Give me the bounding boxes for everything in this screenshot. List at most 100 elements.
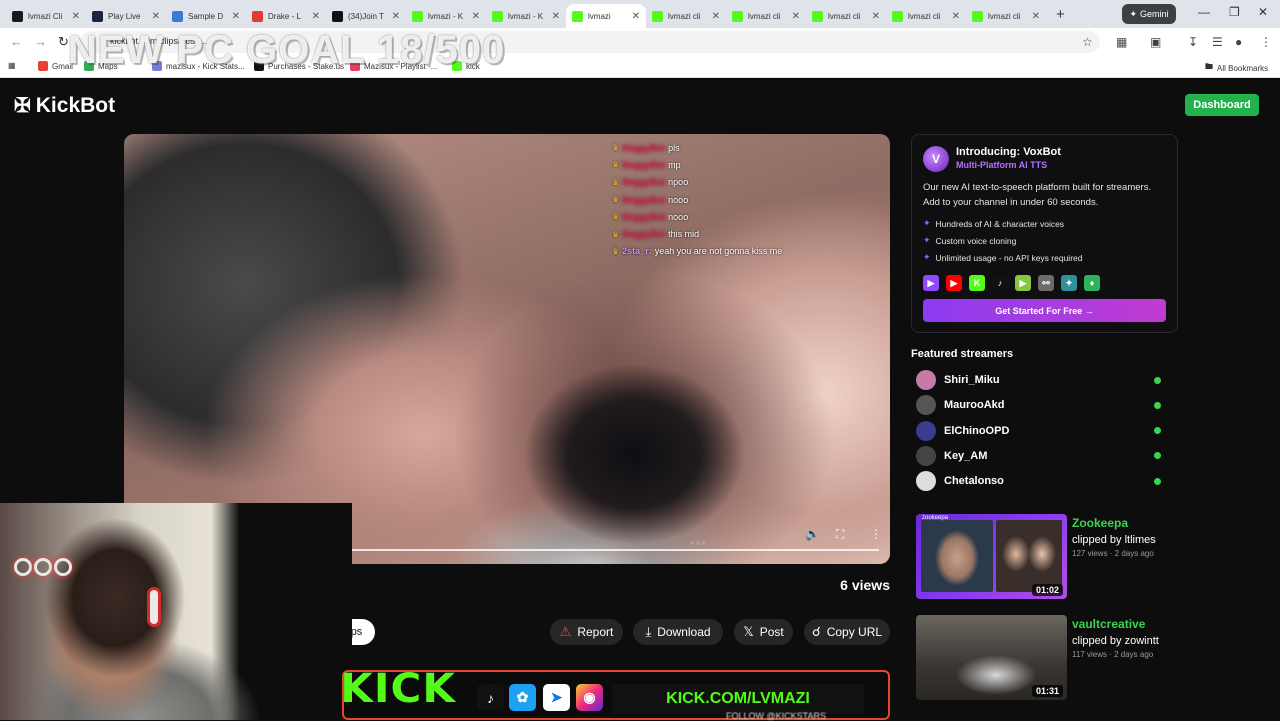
clip-thumbnail-zookeepa[interactable]: zookeepa 01:02: [916, 514, 1067, 599]
close-window-icon[interactable]: ✕: [1258, 5, 1268, 19]
fullscreen-icon[interactable]: ⛶: [836, 527, 844, 542]
browser-tab[interactable]: lvmazi - K ✕: [486, 4, 566, 28]
back-icon[interactable]: ←: [10, 34, 23, 49]
chat-message: ♛ NoggyBot nooo: [612, 191, 882, 208]
copy-url-button[interactable]: ☌ Copy URL: [804, 619, 890, 645]
more-options-icon[interactable]: ⋮: [870, 527, 882, 541]
browser-tab[interactable]: lvmazi cli ✕: [806, 4, 886, 28]
chat-message: ♛ NoggyBot pls: [612, 139, 882, 156]
bookmark-favicon-icon: [38, 61, 48, 71]
chat-text: mp: [668, 159, 681, 170]
puzzle-icon: ♦: [1084, 275, 1100, 291]
chat-username: NoggyBot: [622, 177, 666, 188]
tab-close-icon[interactable]: ✕: [472, 11, 480, 22]
download-icon[interactable]: ↧: [1188, 35, 1198, 49]
kick-url-banner: KICK.COM/LVMAZI: [612, 684, 864, 714]
report-button[interactable]: ⚠ Report: [550, 619, 623, 645]
chat-username: NoggyBot: [622, 229, 666, 240]
streamer-name: Shiri_Miku: [944, 374, 1000, 386]
clip-duration: 01:02: [1031, 584, 1063, 596]
tab-favicon-icon: [92, 10, 103, 22]
tab-favicon-icon: [652, 10, 663, 22]
tab-label: Play Live: [108, 11, 141, 21]
browser-tab[interactable]: lvmazi cli ✕: [886, 4, 966, 28]
profile-icon[interactable]: ●: [1235, 35, 1242, 49]
all-bookmarks[interactable]: 🖿 All Bookmarks: [1205, 61, 1268, 75]
extensions-icon[interactable]: ▦: [1116, 35, 1127, 49]
featured-streamer-row[interactable]: MaurooAkd: [916, 394, 1166, 416]
warning-icon: ⚠: [559, 624, 572, 639]
tab-search-icon[interactable]: ▣: [1150, 35, 1161, 49]
get-started-button[interactable]: Get Started For Free →: [923, 299, 1166, 322]
live-indicator-icon: [1154, 401, 1161, 409]
tab-close-icon[interactable]: ✕: [552, 11, 560, 22]
kickbot-logo[interactable]: ✠ KickBot: [14, 93, 115, 118]
featured-streamer-row[interactable]: Shiri_Miku: [916, 369, 1166, 391]
voxbot-bullet: ✦ Unlimited usage - no API keys required: [923, 252, 1083, 263]
tiktok-icon: ♪: [477, 684, 504, 711]
tab-close-icon[interactable]: ✕: [872, 11, 880, 22]
tab-close-icon[interactable]: ✕: [632, 11, 640, 22]
post-button[interactable]: 𝕏 Post: [734, 619, 793, 645]
link-icon: ⚯: [1038, 275, 1054, 291]
twitter-icon: ✿: [509, 684, 536, 711]
browser-tab[interactable]: lvmazi cli ✕: [646, 4, 726, 28]
forward-icon[interactable]: →: [34, 34, 47, 49]
browser-tab[interactable]: Sample D ✕: [166, 4, 246, 28]
kick-icon: K: [969, 275, 985, 291]
tab-close-icon[interactable]: ✕: [712, 11, 720, 22]
video-progress-bar[interactable]: [352, 549, 879, 551]
featured-streamer-row[interactable]: Key_AM: [916, 445, 1166, 467]
browser-tab[interactable]: lvmazi cli ✕: [966, 4, 1046, 28]
gemini-button[interactable]: ✦ Gemini: [1122, 4, 1176, 24]
instagram-icon: ◉: [576, 684, 603, 711]
browser-tab[interactable]: lvmazi Cli ✕: [6, 4, 86, 28]
tab-label: lvmazi cli: [828, 11, 861, 21]
live-indicator-icon: [1154, 452, 1161, 460]
restore-icon[interactable]: ❐: [1229, 5, 1240, 19]
tab-close-icon[interactable]: ✕: [312, 11, 320, 22]
tab-label: lvmazi Cli: [28, 11, 63, 21]
streamer-name: MaurooAkd: [944, 399, 1005, 412]
browser-tab[interactable]: (34)Join T ✕: [326, 4, 406, 28]
clip-thumbnail-vaultcreative[interactable]: 01:31: [916, 615, 1067, 700]
tab-close-icon[interactable]: ✕: [152, 11, 160, 22]
kick-banner-text: KICK: [340, 666, 456, 712]
tab-close-icon[interactable]: ✕: [72, 11, 80, 22]
new-tab-button[interactable]: +: [1056, 6, 1065, 23]
media-control-icon[interactable]: ☰: [1212, 35, 1223, 49]
featured-streamer-row[interactable]: Chetalonso: [916, 470, 1166, 492]
tab-close-icon[interactable]: ✕: [1032, 11, 1040, 22]
tab-close-icon[interactable]: ✕: [392, 11, 400, 22]
tab-close-icon[interactable]: ✕: [952, 11, 960, 22]
download-button[interactable]: ⤓ Download: [633, 619, 723, 645]
chat-message: ♛ NoggyBot mp: [612, 156, 882, 173]
menu-icon[interactable]: ⋮: [1260, 35, 1272, 49]
tab-favicon-icon: [892, 10, 903, 22]
tab-label: lvmazi cli: [988, 11, 1021, 21]
minimize-icon[interactable]: —: [1198, 5, 1210, 19]
clip-channel-name[interactable]: vaultcreative: [1072, 617, 1145, 631]
tab-favicon-icon: [12, 10, 23, 22]
avatar: [916, 420, 936, 441]
browser-tab[interactable]: lvmazi cli ✕: [726, 4, 806, 28]
dashboard-button[interactable]: Dashboard: [1185, 94, 1259, 116]
share-icon: ☌: [811, 624, 821, 639]
volume-icon[interactable]: 🔈: [805, 527, 820, 541]
tab-close-icon[interactable]: ✕: [232, 11, 240, 22]
browser-tab[interactable]: lvmazi ✕: [566, 4, 646, 28]
tab-close-icon[interactable]: ✕: [792, 11, 800, 22]
bookmark-star-icon[interactable]: ☆: [1082, 35, 1093, 49]
featured-streamer-row[interactable]: ElChinoOPD: [916, 420, 1166, 442]
rgb-light-icon: [14, 558, 32, 576]
featured-streamers-heading: Featured streamers: [911, 348, 1014, 360]
apps-icon[interactable]: ▦: [8, 61, 16, 70]
clip-channel-name[interactable]: Zookeepa: [1072, 516, 1128, 530]
chat-message: ♛ NoggyBot this mid: [612, 225, 882, 242]
post-label: Post: [759, 625, 784, 639]
tab-label: lvmazi cli: [908, 11, 941, 21]
tab-favicon-icon: [252, 10, 263, 22]
browser-tab[interactable]: lvmazi - K ✕: [406, 4, 486, 28]
browser-tab[interactable]: Play Live ✕: [86, 4, 166, 28]
browser-tab[interactable]: Drake - L ✕: [246, 4, 326, 28]
